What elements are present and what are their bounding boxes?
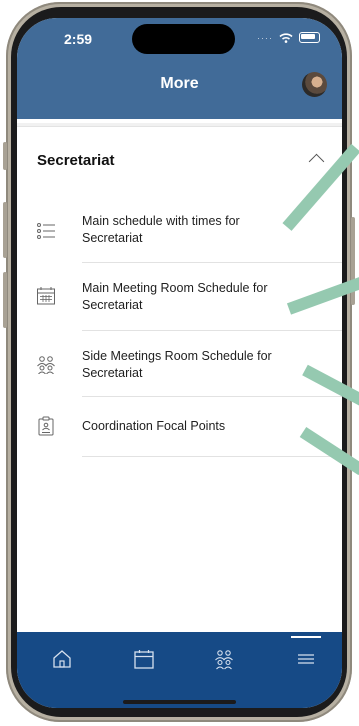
calendar-icon[interactable] <box>133 648 155 670</box>
volume-up-button <box>3 202 7 258</box>
list-icon <box>37 223 55 239</box>
battery-icon <box>299 32 320 43</box>
people-group-icon <box>37 356 55 374</box>
divider <box>82 396 342 397</box>
page-title: More <box>160 75 199 92</box>
tab-bar <box>17 632 342 708</box>
divider <box>82 262 342 263</box>
signal-icon: ···· <box>257 32 273 43</box>
list-item-coordination-focal-points[interactable]: Coordination Focal Points <box>17 402 342 468</box>
calendar-grid-icon <box>37 287 55 305</box>
divider <box>82 456 342 457</box>
divider <box>17 123 342 127</box>
home-indicator <box>123 700 236 704</box>
status-time: 2:59 <box>64 31 93 47</box>
section-title[interactable]: Secretariat <box>37 152 115 169</box>
status-icons: ···· <box>257 32 320 43</box>
divider <box>82 330 342 331</box>
list-item-side-meetings[interactable]: Side Meetings Room Schedule for Secretar… <box>17 336 342 402</box>
action-button <box>3 142 7 170</box>
list-item-label: Side Meetings Room Schedule for Secretar… <box>82 349 272 380</box>
list-item-label: Coordination Focal Points <box>82 419 226 433</box>
app-header: 2:59 ···· More <box>17 18 342 119</box>
dynamic-island <box>132 24 235 54</box>
screen: 2:59 ···· More Secretariat Main schedule… <box>17 18 342 708</box>
volume-down-button <box>3 272 7 328</box>
chevron-up-icon[interactable] <box>308 153 325 170</box>
clipboard-person-icon <box>38 416 54 436</box>
list-item-label: Main schedule with times for Secretariat <box>82 214 240 245</box>
list-item-label: Main Meeting Room Schedule for Secretari… <box>82 281 268 312</box>
avatar[interactable] <box>302 72 327 97</box>
menu-icon[interactable] <box>295 648 317 670</box>
home-icon[interactable] <box>51 648 73 670</box>
active-tab-indicator <box>291 636 321 638</box>
people-icon[interactable] <box>213 648 235 670</box>
wifi-icon <box>279 32 293 43</box>
